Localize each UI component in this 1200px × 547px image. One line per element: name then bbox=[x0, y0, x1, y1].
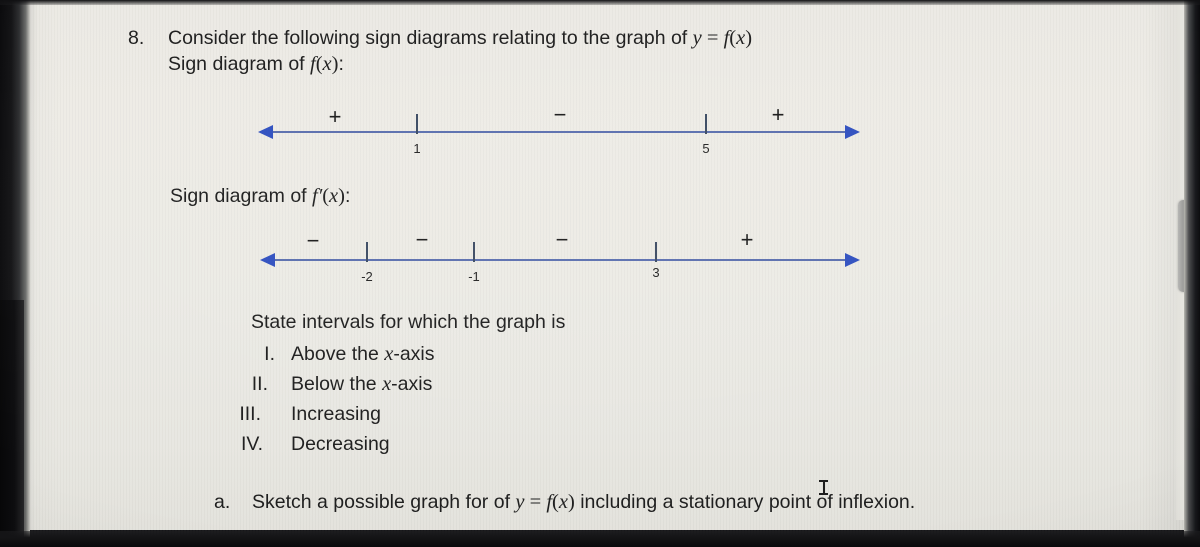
option-i-math-x: x bbox=[384, 343, 394, 365]
option-label-iv: Decreasing bbox=[291, 433, 390, 455]
sign-diagram-f-caption-colon: : bbox=[338, 53, 344, 75]
device-bezel-right bbox=[1184, 0, 1200, 547]
device-bezel-left-shadow bbox=[0, 300, 24, 547]
sign-diagram-f-caption-text: Sign diagram of bbox=[168, 53, 310, 75]
math-f-prime-label: f′ bbox=[312, 185, 323, 207]
f-tick-label-5: 5 bbox=[702, 141, 710, 156]
option-ii-math-x: x bbox=[382, 373, 392, 395]
fprime-axis-arrow-right bbox=[845, 253, 860, 267]
fprime-tick-neg1 bbox=[473, 242, 475, 262]
part-a-text-before: Sketch a possible graph for of bbox=[252, 491, 516, 513]
option-i-text-after: -axis bbox=[393, 343, 435, 365]
sign-diagram-fprime-caption-text: Sign diagram of bbox=[170, 185, 312, 207]
fprime-tick-3 bbox=[655, 242, 657, 262]
math-of-x: (x) bbox=[729, 27, 753, 49]
sign-diagram-fprime-caption: Sign diagram of f′(x): bbox=[170, 185, 350, 208]
screenshot-root: 8. Consider the following sign diagrams … bbox=[0, 0, 1200, 547]
fprime-sign-2: − bbox=[415, 227, 429, 252]
question-number: 8. bbox=[128, 27, 145, 49]
f-sign-3: + bbox=[771, 102, 785, 127]
option-label-i: Above the x-axis bbox=[291, 343, 435, 366]
option-ii-text-before: Below the bbox=[291, 373, 383, 395]
part-a-math-y: y bbox=[515, 491, 525, 513]
f-axis-line bbox=[262, 131, 848, 133]
document-content: 8. Consider the following sign diagrams … bbox=[0, 0, 1200, 547]
fprime-tick-label-3: 3 bbox=[652, 265, 660, 280]
f-tick-label-1: 1 bbox=[413, 141, 421, 156]
sign-diagram-fprime-caption-colon: : bbox=[344, 185, 351, 207]
fprime-axis-arrow-left bbox=[260, 253, 275, 267]
f-tick-5 bbox=[705, 114, 707, 134]
part-a-text: Sketch a possible graph for of y = f(x) … bbox=[252, 491, 915, 514]
option-i-text-before: Above the bbox=[291, 343, 385, 365]
f-axis-arrow-right bbox=[845, 125, 860, 139]
fprime-tick-label-neg2: -2 bbox=[361, 269, 373, 284]
option-numeral-i: I. bbox=[264, 343, 275, 365]
math-y: y bbox=[692, 27, 702, 49]
f-tick-1 bbox=[416, 114, 418, 134]
fprime-sign-1: − bbox=[306, 228, 320, 253]
question-stem-text: Consider the following sign diagrams rel… bbox=[168, 27, 693, 49]
option-label-ii: Below the x-axis bbox=[291, 373, 432, 396]
part-a-math-equals: = bbox=[524, 491, 547, 513]
device-bezel-bottom bbox=[0, 531, 1200, 547]
option-label-iii: Increasing bbox=[291, 403, 381, 425]
fprime-axis-line bbox=[264, 259, 848, 261]
option-numeral-iii: III. bbox=[239, 403, 261, 425]
option-ii-text-after: -axis bbox=[391, 373, 433, 395]
fprime-sign-3: − bbox=[555, 227, 569, 252]
f-sign-1: + bbox=[328, 104, 342, 129]
instruction-text: State intervals for which the graph is bbox=[251, 311, 566, 333]
part-a-text-after: including a stationary point of inflexio… bbox=[574, 491, 916, 513]
fprime-tick-label-neg1: -1 bbox=[468, 269, 480, 284]
option-numeral-ii: II. bbox=[251, 373, 268, 395]
device-bezel-top bbox=[0, 0, 1200, 5]
fprime-tick-neg2 bbox=[366, 242, 368, 262]
question-stem: Consider the following sign diagrams rel… bbox=[168, 27, 752, 50]
f-axis-arrow-left bbox=[258, 125, 273, 139]
sign-diagram-f-caption: Sign diagram of f(x): bbox=[168, 53, 344, 76]
f-sign-2: − bbox=[553, 102, 567, 127]
math-equals: = bbox=[701, 27, 724, 49]
part-a-label: a. bbox=[214, 491, 231, 513]
math-of-x-label-2: (x) bbox=[322, 185, 345, 207]
math-of-x-label-1: (x) bbox=[315, 53, 339, 75]
part-a-math-of-x: (x) bbox=[552, 491, 575, 513]
option-numeral-iv: IV. bbox=[240, 433, 263, 455]
fprime-sign-4: + bbox=[740, 227, 754, 252]
